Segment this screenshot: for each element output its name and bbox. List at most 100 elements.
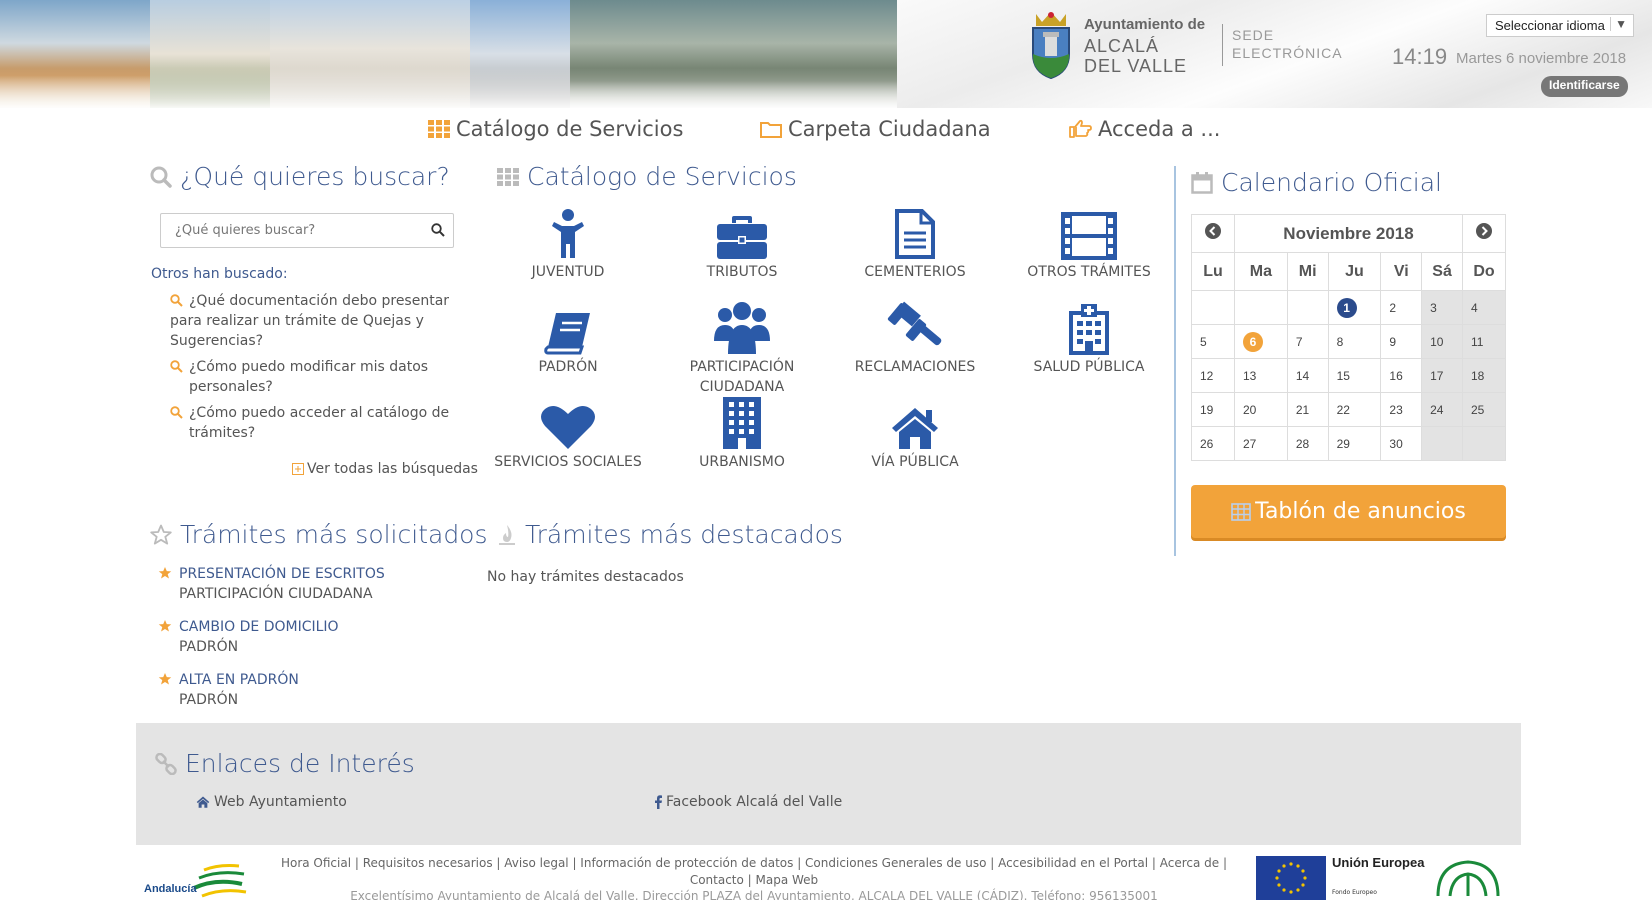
calendar-day-cell[interactable]: 4 — [1462, 290, 1506, 325]
calendar-day-cell[interactable]: 25 — [1462, 392, 1506, 427]
catalog-item-tributos[interactable]: TRIBUTOS — [657, 204, 827, 282]
footer-links[interactable]: Hora Oficial | Requisitos necesarios | A… — [255, 855, 1253, 889]
see-all-searches-link[interactable]: Ver todas las búsquedas — [292, 461, 478, 477]
calendar-day-cell[interactable]: 16 — [1380, 358, 1423, 393]
calendar-day-cell[interactable]: 30 — [1380, 426, 1423, 461]
catalog-item-juventud[interactable]: JUVENTUD — [483, 204, 653, 282]
notice-board-label: Tablón de anuncios — [1255, 499, 1466, 524]
sede-label-line1: SEDE — [1232, 27, 1275, 43]
search-title-text: ¿Qué quieres buscar? — [180, 162, 450, 191]
plus-square-icon — [292, 463, 304, 475]
calendar-day-cell[interactable]: 24 — [1421, 392, 1463, 427]
login-button[interactable]: Identificarse — [1541, 76, 1628, 97]
andalucia-logo-text: Andalucía — [144, 883, 197, 895]
calendar-day-cell[interactable]: 13 — [1234, 358, 1288, 393]
notice-board-button[interactable]: Tablón de anuncios — [1191, 485, 1506, 538]
nav-folder-link[interactable]: Carpeta Ciudadana — [760, 117, 991, 141]
nav-catalog-link[interactable]: Catálogo de Servicios — [428, 117, 683, 141]
calendar-day-cell[interactable]: 22 — [1327, 392, 1382, 427]
book-icon — [544, 313, 590, 355]
folder-icon — [760, 122, 782, 138]
weekday-header: Lu — [1191, 252, 1235, 291]
calendar-day-cell — [1462, 426, 1506, 461]
header-photo-banner — [0, 0, 897, 108]
faq-link[interactable]: ¿Cómo puedo modificar mis datos personal… — [170, 357, 470, 397]
calendar-divider — [1174, 166, 1176, 556]
chevron-right-icon — [1476, 223, 1492, 239]
catalog-item-otros-tramites[interactable]: OTROS TRÁMITES — [1004, 204, 1174, 282]
catalog-item-salud-publica[interactable]: SALUD PÚBLICA — [1004, 299, 1174, 377]
catalog-item-via-publica[interactable]: VÍA PÚBLICA — [830, 394, 1000, 472]
calendar-day-cell[interactable]: 18 — [1462, 358, 1506, 393]
link-facebook-label: Facebook Alcalá del Valle — [666, 794, 843, 810]
calendar-day-cell[interactable]: 7 — [1286, 324, 1329, 359]
nav-catalog-label: Catálogo de Servicios — [456, 117, 684, 141]
faq-link[interactable]: ¿Cómo puedo acceder al catálogo de trámi… — [170, 403, 470, 443]
requested-procedure-item[interactable]: PRESENTACIÓN DE ESCRITOS PARTICIPACIÓN C… — [158, 564, 385, 604]
calendar-day-cell[interactable]: 6 — [1234, 324, 1288, 359]
weekday-header: Ju — [1327, 252, 1382, 291]
catalog-item-label: PADRÓN — [538, 359, 598, 375]
calendar-next-button[interactable] — [1462, 214, 1506, 253]
catalog-item-servicios-sociales[interactable]: SERVICIOS SOCIALES — [483, 394, 653, 472]
calendar-day-cell[interactable]: 1 — [1327, 290, 1382, 325]
table-icon — [1231, 502, 1251, 521]
calendar-day-cell[interactable]: 21 — [1286, 392, 1329, 427]
calendar-day-cell[interactable]: 2 — [1380, 290, 1423, 325]
dropdown-arrow-icon: ▼ — [1610, 17, 1627, 31]
calendar-day-cell[interactable]: 26 — [1191, 426, 1235, 461]
requested-procedure-item[interactable]: CAMBIO DE DOMICILIO PADRÓN — [158, 617, 339, 657]
calendar-day-cell[interactable]: 19 — [1191, 392, 1235, 427]
calendar-day-cell[interactable]: 28 — [1286, 426, 1329, 461]
calendar-day-cell[interactable]: 15 — [1327, 358, 1382, 393]
nav-access-link[interactable]: Acceda a ... — [1068, 117, 1220, 141]
calendar-day-cell[interactable]: 29 — [1327, 426, 1382, 461]
catalog-item-padron[interactable]: PADRÓN — [483, 299, 653, 377]
calendar-day-cell[interactable]: 10 — [1421, 324, 1463, 359]
film-icon — [1061, 212, 1117, 260]
link-web-ayuntamiento[interactable]: Web Ayuntamiento — [196, 794, 347, 810]
catalog-item-label: URBANISMO — [699, 454, 785, 470]
calendar-week-row: 26 27 28 29 30 — [1191, 426, 1506, 461]
calendar-day-cell[interactable]: 5 — [1191, 324, 1235, 359]
requested-section-title: Trámites más solicitados — [150, 520, 488, 549]
town-name-line3: DEL VALLE — [1084, 56, 1188, 76]
calendar-day-cell — [1234, 290, 1288, 325]
catalog-item-label: TRIBUTOS — [706, 264, 778, 280]
calendar-day-cell[interactable]: 23 — [1380, 392, 1423, 427]
catalog-item-reclamaciones[interactable]: RECLAMACIONES — [830, 299, 1000, 377]
calendar-day-cell[interactable]: 9 — [1380, 324, 1423, 359]
faq-link[interactable]: ¿Qué documentación debo presentar para r… — [170, 291, 470, 351]
calendar-day-cell — [1421, 426, 1463, 461]
search-input[interactable] — [161, 214, 411, 247]
link-facebook[interactable]: Facebook Alcalá del Valle — [655, 794, 842, 810]
language-select[interactable]: Seleccionar idioma ▼ — [1486, 14, 1634, 37]
calendar-day-cell[interactable]: 14 — [1286, 358, 1329, 393]
requested-procedure-item[interactable]: ALTA EN PADRÓN PADRÓN — [158, 670, 299, 710]
procedure-name: PRESENTACIÓN DE ESCRITOS — [179, 566, 385, 582]
calendar-day-cell[interactable]: 3 — [1421, 290, 1463, 325]
search-icon — [150, 166, 172, 188]
gavel-icon — [887, 301, 942, 346]
catalog-item-urbanismo[interactable]: URBANISMO — [657, 394, 827, 472]
calendar-day-cell — [1191, 290, 1235, 325]
catalog-item-participacion[interactable]: PARTICIPACIÓN CIUDADANA — [657, 299, 827, 397]
site-header: Ayuntamiento de ALCALÁ DEL VALLE SEDE EL… — [0, 0, 1652, 108]
calendar-prev-button[interactable] — [1191, 214, 1235, 253]
featured-empty-text: No hay trámites destacados — [487, 569, 684, 585]
town-name-line2: ALCALÁ — [1084, 36, 1160, 56]
calendar-day-cell — [1286, 290, 1329, 325]
calendar-day-cell[interactable]: 12 — [1191, 358, 1235, 393]
calendar-day-cell[interactable]: 27 — [1234, 426, 1288, 461]
procedure-category: PARTICIPACIÓN CIUDADANA — [179, 586, 373, 602]
catalog-item-label: SERVICIOS SOCIALES — [494, 454, 642, 470]
calendar-day-cell[interactable]: 11 — [1462, 324, 1506, 359]
eu-label: Unión Europea — [1332, 855, 1425, 870]
calendar-day-cell[interactable]: 20 — [1234, 392, 1288, 427]
calendar-day-cell[interactable]: 17 — [1421, 358, 1463, 393]
language-select-label: Seleccionar idioma — [1495, 18, 1605, 33]
calendar-day-cell[interactable]: 8 — [1327, 324, 1382, 359]
search-submit-icon[interactable] — [431, 223, 445, 237]
fire-icon — [499, 524, 515, 545]
catalog-item-cementerios[interactable]: CEMENTERIOS — [830, 204, 1000, 282]
